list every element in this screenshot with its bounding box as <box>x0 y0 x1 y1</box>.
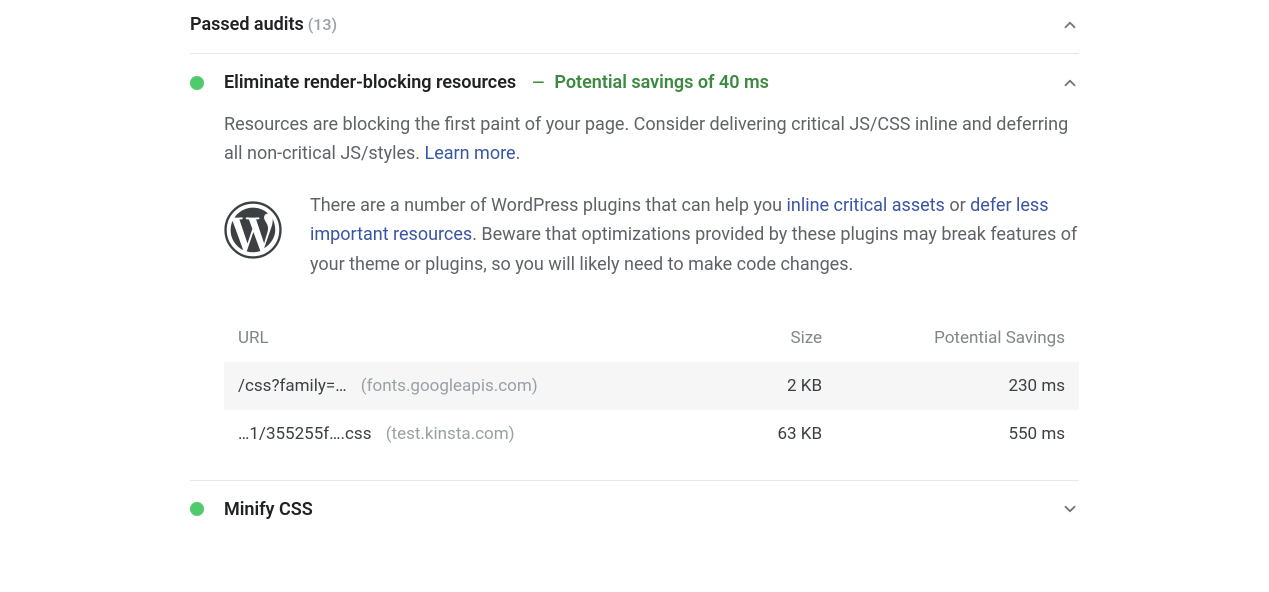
table-row: /css?family=… (fonts.googleapis.com) 2 K… <box>224 362 1079 410</box>
audit-title: Minify CSS <box>224 499 313 520</box>
chevron-up-icon <box>1061 74 1079 92</box>
status-dot-passed-icon <box>190 502 204 516</box>
audit-dash: — <box>532 73 544 92</box>
passed-audits-toggle[interactable]: Passed audits (13) <box>190 8 1079 54</box>
resource-table: URL Size Potential Savings /css?family=…… <box>224 320 1079 458</box>
audit-savings: Potential savings of 40 ms <box>554 72 768 93</box>
col-url: URL <box>224 320 725 362</box>
col-savings: Potential Savings <box>836 320 1079 362</box>
chevron-down-icon <box>1061 500 1079 518</box>
section-title: Passed audits <box>190 14 304 35</box>
cell-savings: 550 ms <box>836 410 1079 458</box>
url-host: (fonts.googleapis.com) <box>361 376 538 396</box>
wordpress-icon <box>224 201 282 263</box>
audit-content: Resources are blocking the first paint o… <box>190 111 1079 458</box>
inline-critical-assets-link[interactable]: inline critical assets <box>787 195 945 216</box>
wordpress-advice: There are a number of WordPress plugins … <box>310 191 1079 280</box>
url-path: /css?family=… <box>238 376 347 396</box>
status-dot-passed-icon <box>190 76 204 90</box>
cell-size: 63 KB <box>725 410 836 458</box>
table-row: …1/355255f….css (test.kinsta.com) 63 KB … <box>224 410 1079 458</box>
section-count: (13) <box>308 15 337 34</box>
audit-title: Eliminate render-blocking resources <box>224 72 516 93</box>
cell-savings: 230 ms <box>836 362 1079 410</box>
audit-row-minify-css[interactable]: Minify CSS <box>190 481 1079 538</box>
chevron-up-icon <box>1061 16 1079 34</box>
audit-description: Resources are blocking the first paint o… <box>224 111 1079 169</box>
audit-row-eliminate-render-blocking[interactable]: Eliminate render-blocking resources — Po… <box>190 54 1079 111</box>
url-host: (test.kinsta.com) <box>386 424 515 444</box>
col-size: Size <box>725 320 836 362</box>
learn-more-link[interactable]: Learn more <box>425 143 516 164</box>
url-path: …1/355255f….css <box>238 424 371 444</box>
cell-size: 2 KB <box>725 362 836 410</box>
